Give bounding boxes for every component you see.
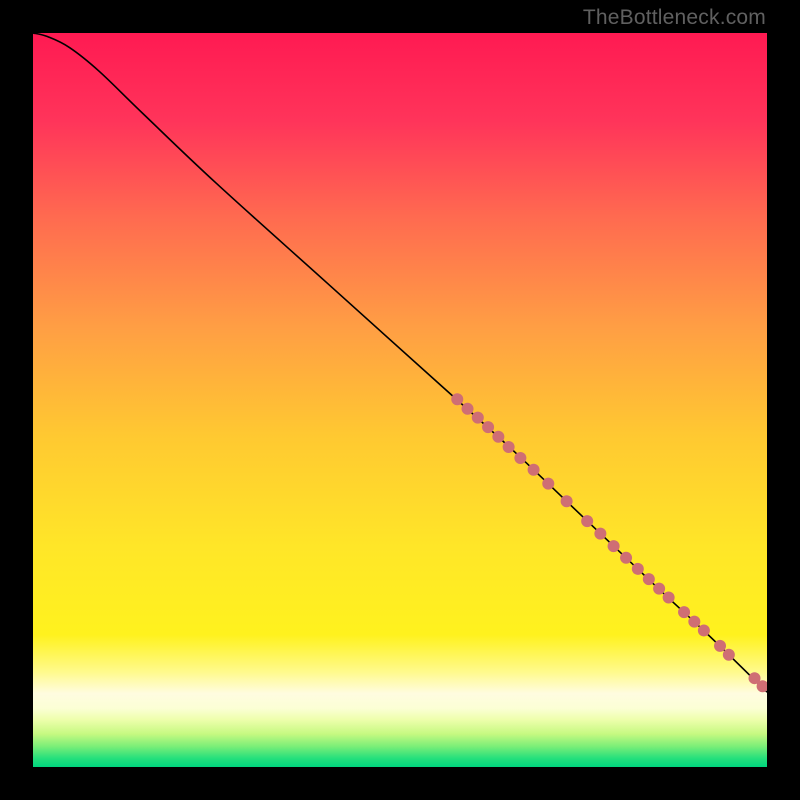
highlight-dot <box>528 464 540 476</box>
highlight-dot <box>663 591 675 603</box>
highlight-dot <box>723 649 735 661</box>
highlight-dot <box>542 478 554 490</box>
highlight-dot <box>653 583 665 595</box>
highlight-dot <box>561 495 573 507</box>
highlight-dot <box>594 528 606 540</box>
highlight-dot <box>688 616 700 628</box>
highlight-dot <box>581 515 593 527</box>
highlight-dot <box>698 624 710 636</box>
highlight-dot <box>620 552 632 564</box>
chart-svg <box>33 33 767 767</box>
highlight-dot <box>632 563 644 575</box>
plot-area <box>33 33 767 767</box>
watermark-text: TheBottleneck.com <box>583 6 766 30</box>
highlight-dot <box>462 403 474 415</box>
highlight-dot <box>482 421 494 433</box>
highlight-dot <box>514 452 526 464</box>
highlight-dot <box>678 606 690 618</box>
highlight-dot <box>492 431 504 443</box>
highlight-dot <box>643 573 655 585</box>
highlight-dot <box>503 441 515 453</box>
highlight-dot <box>714 640 726 652</box>
chart-frame: TheBottleneck.com <box>0 0 800 800</box>
gradient-background <box>33 33 767 767</box>
highlight-dot <box>451 393 463 405</box>
highlight-dot <box>472 412 484 424</box>
highlight-dot <box>608 540 620 552</box>
